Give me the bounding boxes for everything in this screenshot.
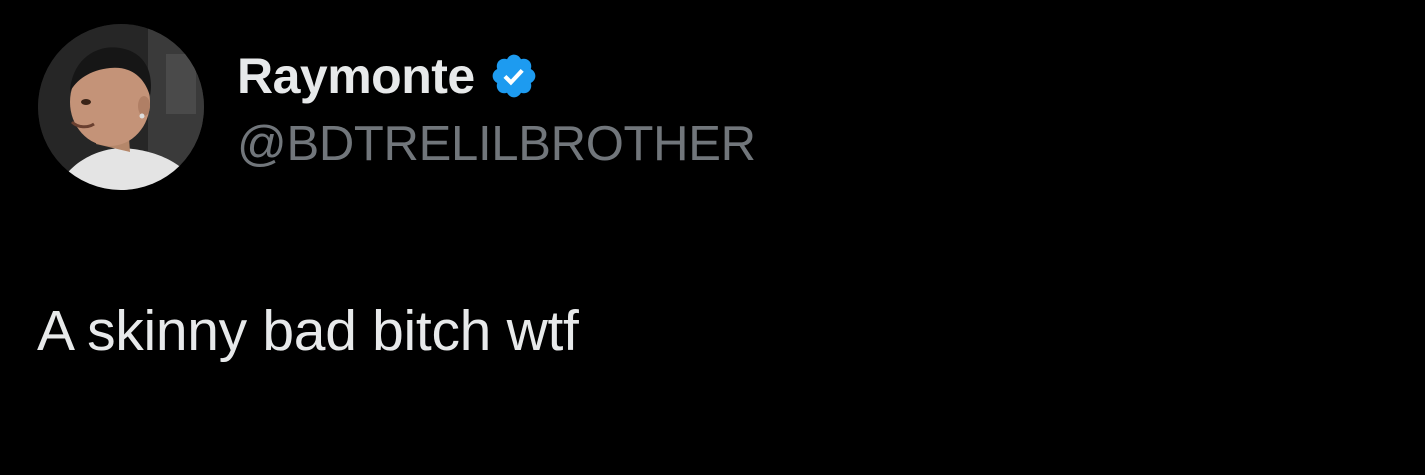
- author-avatar[interactable]: [38, 24, 204, 190]
- tweet-card: Raymonte @BDTRELILBROTHER A skinny bad b…: [0, 0, 1425, 475]
- author-handle[interactable]: @BDTRELILBROTHER: [237, 116, 756, 172]
- author-name-row: Raymonte: [237, 46, 539, 106]
- author-display-name[interactable]: Raymonte: [237, 46, 475, 106]
- tweet-text: A skinny bad bitch wtf: [37, 299, 579, 363]
- avatar-photo-icon: [38, 24, 204, 190]
- verified-badge-icon[interactable]: [489, 51, 539, 101]
